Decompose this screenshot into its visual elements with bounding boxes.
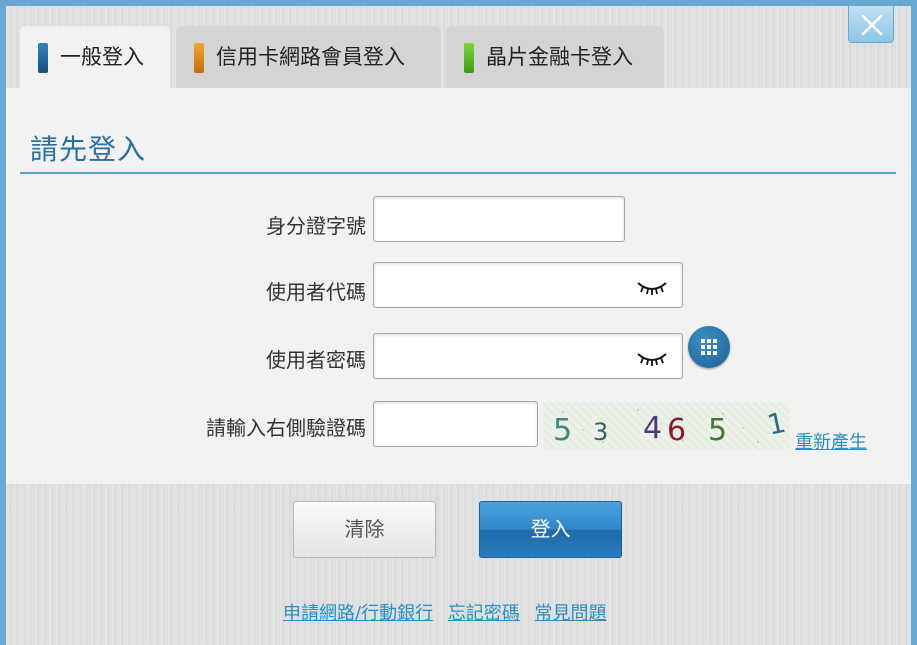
id-number-label: 身分證字號: [266, 214, 366, 238]
tab-credit-card-login[interactable]: 信用卡網路會員登入: [176, 26, 441, 88]
tab-color-marker: [464, 43, 474, 73]
tab-chip-card-login[interactable]: 晶片金融卡登入: [446, 26, 664, 88]
id-number-input[interactable]: [373, 196, 625, 242]
title-divider: [20, 172, 896, 174]
captcha-char: 5: [553, 413, 572, 448]
captcha-label: 請輸入右側驗證碼: [206, 416, 366, 440]
captcha-char: 5: [708, 413, 727, 448]
faq-link[interactable]: 常見問題: [535, 603, 607, 624]
captcha-image: 5 3 4 6 5 1: [543, 402, 789, 450]
login-button[interactable]: 登入: [479, 501, 622, 558]
eye-closed-icon[interactable]: [636, 349, 668, 369]
eye-closed-icon[interactable]: [636, 278, 668, 298]
captcha-char: 6: [667, 413, 686, 448]
captcha-input[interactable]: [373, 401, 538, 447]
regenerate-captcha-link[interactable]: 重新產生: [795, 428, 867, 454]
forgot-password-link[interactable]: 忘記密碼: [448, 603, 520, 624]
tab-general-label: 一般登入: [60, 45, 144, 69]
tab-chip-card-label: 晶片金融卡登入: [486, 45, 633, 69]
apply-online-banking-link[interactable]: 申請網路/行動銀行: [283, 603, 433, 624]
keypad-icon: [701, 339, 717, 355]
captcha-char: 4: [643, 411, 662, 446]
user-code-label: 使用者代碼: [266, 280, 366, 304]
tab-general-login[interactable]: 一般登入: [20, 26, 170, 88]
password-label: 使用者密碼: [266, 348, 366, 372]
close-button[interactable]: [848, 6, 894, 43]
login-panel: 請先登入 身分證字號 使用者代碼 使用者密碼 請輸入右側驗證碼 5 3 4 6 …: [6, 88, 911, 484]
close-icon: [861, 14, 883, 36]
page-title: 請先登入: [30, 133, 147, 166]
captcha-char: 3: [593, 418, 608, 446]
footer-links: 申請網路/行動銀行 忘記密碼 常見問題: [283, 599, 616, 625]
tab-color-marker: [194, 43, 204, 73]
tab-credit-card-label: 信用卡網路會員登入: [216, 45, 405, 69]
tab-color-marker: [38, 43, 48, 73]
login-dialog: 一般登入 信用卡網路會員登入 晶片金融卡登入 請先登入 身分證字號 使用者代碼 …: [6, 6, 911, 645]
captcha-char: 1: [764, 406, 788, 442]
clear-button[interactable]: 清除: [293, 501, 436, 558]
virtual-keypad-button[interactable]: [688, 326, 730, 368]
